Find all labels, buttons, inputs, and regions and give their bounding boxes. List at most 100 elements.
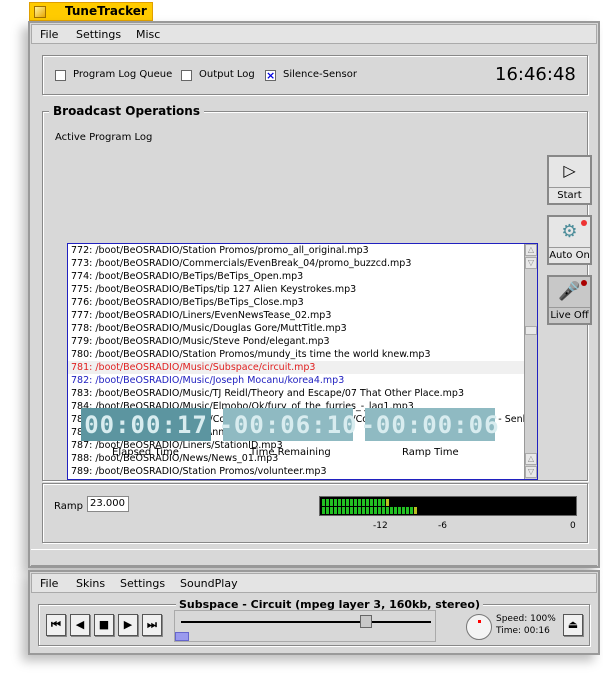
window-title: TuneTracker	[65, 4, 147, 18]
meter-segment	[358, 499, 361, 506]
player-window: File Skins Settings SoundPlay Subspace -…	[28, 570, 600, 655]
meter-segment	[374, 507, 377, 514]
live-button[interactable]: 🎤 Live Off	[547, 275, 592, 325]
meter-segment	[394, 507, 397, 514]
meter-segment	[354, 507, 357, 514]
meter-segment	[346, 507, 349, 514]
meter-segment	[406, 507, 409, 514]
menu-skins[interactable]: Skins	[76, 577, 105, 590]
scroll-up-icon[interactable]: △	[525, 244, 537, 256]
meter-segment	[366, 499, 369, 506]
meter-segment	[334, 507, 337, 514]
start-label: Start	[549, 187, 590, 203]
seek-thumb[interactable]	[359, 615, 372, 628]
silence-sensor-label: Silence-Sensor	[283, 69, 357, 80]
play-icon: ▷	[563, 161, 576, 180]
status-bar	[31, 549, 597, 566]
auto-button[interactable]: ⚙ Auto On	[547, 215, 592, 265]
status-led	[581, 280, 587, 286]
log-row[interactable]: 779: /boot/BeOSRADIO/Music/Steve Pond/el…	[68, 335, 537, 348]
scroll-up-icon[interactable]: △	[525, 453, 537, 465]
log-row[interactable]: 781: /boot/BeOSRADIO/Music/Subspace/circ…	[68, 361, 537, 374]
log-row[interactable]: 789: /boot/BeOSRADIO/Station Promos/volu…	[68, 465, 537, 478]
output-log-label: Output Log	[199, 69, 255, 80]
speed-knob[interactable]	[466, 614, 492, 640]
log-row[interactable]: 775: /boot/BeOSRADIO/BeTips/tip 127 Alie…	[68, 283, 537, 296]
stop-button[interactable]: ■	[94, 614, 114, 636]
silence-sensor-checkbox[interactable]: ×	[265, 70, 276, 81]
meter-segment	[378, 499, 381, 506]
player-menu-bar: File Skins Settings SoundPlay	[31, 573, 597, 593]
meter-segment	[382, 507, 385, 514]
scrollbar[interactable]: △ ▽ △ ▽	[524, 244, 537, 479]
audio-level-meter	[319, 496, 577, 516]
start-button[interactable]: ▷ Start	[547, 155, 592, 205]
menu-soundplay[interactable]: SoundPlay	[180, 577, 238, 590]
elapsed-time-label: Elapsed Time	[112, 447, 179, 458]
next-track-button[interactable]: ⏭	[142, 614, 162, 636]
speed-readout: Speed: 100%	[496, 614, 556, 624]
scroll-down-icon[interactable]: ▽	[525, 466, 537, 478]
log-row[interactable]: 774: /boot/BeOSRADIO/BeTips/BeTips_Open.…	[68, 270, 537, 283]
meter-tick: -12	[373, 521, 388, 531]
main-window: File Settings Misc Program Log Queue Out…	[28, 21, 600, 568]
program-log-list[interactable]: 772: /boot/BeOSRADIO/Station Promos/prom…	[67, 243, 538, 480]
rewind-button[interactable]: ◀	[70, 614, 90, 636]
play-button[interactable]: ▶	[118, 614, 138, 636]
log-row[interactable]: 773: /boot/BeOSRADIO/Commercials/EvenBre…	[68, 257, 537, 270]
meter-segment	[374, 499, 377, 506]
meter-segment	[390, 507, 393, 514]
meter-segment	[350, 499, 353, 506]
menu-file[interactable]: File	[40, 28, 58, 41]
log-row[interactable]: 776: /boot/BeOSRADIO/BeTips/BeTips_Close…	[68, 296, 537, 309]
program-log-queue-label: Program Log Queue	[73, 69, 173, 80]
meter-segment	[410, 507, 413, 514]
live-label: Live Off	[549, 307, 590, 323]
meter-segment	[358, 507, 361, 514]
status-led	[581, 220, 587, 226]
scroll-thumb[interactable]	[525, 326, 537, 335]
ramp-label: Ramp	[54, 501, 83, 512]
meter-segment	[354, 499, 357, 506]
window-title-tab[interactable]: TuneTracker	[29, 2, 153, 21]
window-zoom-icon[interactable]	[34, 6, 46, 18]
meter-tick: 0	[570, 521, 576, 531]
time-remaining-label: Time Remaining	[250, 447, 331, 458]
menu-file[interactable]: File	[40, 577, 58, 590]
log-row[interactable]: 777: /boot/BeOSRADIO/Liners/EvenNewsTeas…	[68, 309, 537, 322]
meter-tick: -6	[438, 521, 447, 531]
meter-segment	[402, 507, 405, 514]
meter-segment	[386, 499, 389, 506]
seek-area	[174, 610, 436, 642]
log-row[interactable]: 778: /boot/BeOSRADIO/Music/Douglas Gore/…	[68, 322, 537, 335]
options-panel: Program Log Queue Output Log × Silence-S…	[42, 55, 588, 95]
knob-marker	[478, 620, 481, 623]
meter-segment	[330, 499, 333, 506]
meter-segment	[350, 507, 353, 514]
menu-settings[interactable]: Settings	[76, 28, 121, 41]
ramp-input[interactable]: 23.000	[87, 496, 129, 512]
previous-track-button[interactable]: ⏮	[46, 614, 66, 636]
meter-segment	[386, 507, 389, 514]
menu-misc[interactable]: Misc	[136, 28, 160, 41]
meter-segment	[326, 507, 329, 514]
meter-segment	[326, 499, 329, 506]
meter-segment	[338, 499, 341, 506]
meter-segment	[322, 507, 325, 514]
time-remaining-display: -00:06:10	[218, 408, 357, 441]
time-readout: Time: 00:16	[496, 626, 550, 636]
active-log-label: Active Program Log	[55, 132, 153, 143]
clock: 16:46:48	[495, 64, 576, 85]
meter-segment	[414, 507, 417, 514]
log-row[interactable]: 782: /boot/BeOSRADIO/Music/Joseph Mocanu…	[68, 374, 537, 387]
meter-segment	[330, 507, 333, 514]
scroll-down-icon[interactable]: ▽	[525, 257, 537, 269]
menu-settings[interactable]: Settings	[120, 577, 165, 590]
seek-track[interactable]	[181, 621, 431, 623]
log-row[interactable]: 780: /boot/BeOSRADIO/Station Promos/mund…	[68, 348, 537, 361]
log-row[interactable]: 783: /boot/BeOSRADIO/Music/TJ Reidl/Theo…	[68, 387, 537, 400]
eject-button[interactable]: ⏏	[563, 614, 583, 636]
program-log-queue-checkbox[interactable]	[55, 70, 66, 81]
output-log-checkbox[interactable]	[181, 70, 192, 81]
log-row[interactable]: 772: /boot/BeOSRADIO/Station Promos/prom…	[68, 244, 537, 257]
